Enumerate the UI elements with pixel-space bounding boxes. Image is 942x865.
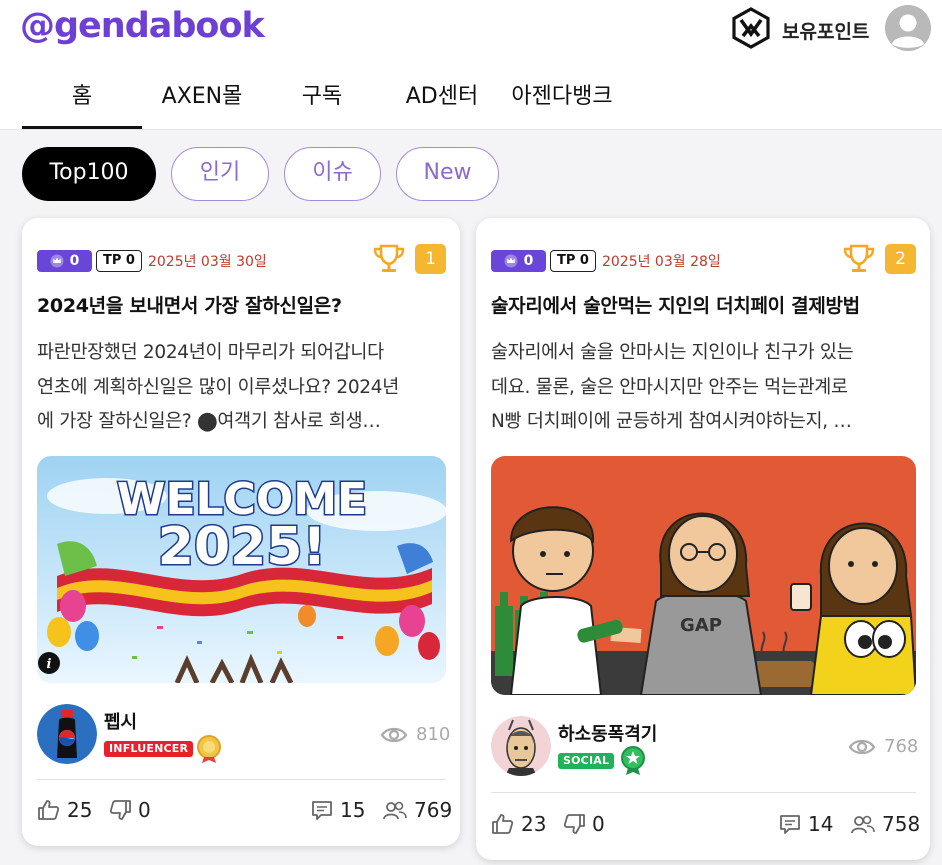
excerpt-line: 술자리에서 술을 안마시는 지인이나 친구가 있는 bbox=[491, 342, 854, 363]
like-count: 23 bbox=[521, 812, 547, 836]
view-count: 810 bbox=[380, 724, 450, 745]
trophy-icon bbox=[843, 244, 875, 272]
dislike-count: 0 bbox=[138, 798, 151, 822]
post-excerpt[interactable]: 술자리에서 술을 안마시는 지인이나 친구가 있는 데요. 물론, 술은 안마시… bbox=[491, 336, 853, 440]
rank-badge: 1 bbox=[415, 244, 446, 274]
post-thumbnail[interactable]: WELCOME 2025! i bbox=[37, 456, 446, 683]
medal-icon bbox=[197, 735, 221, 763]
page: @gendabook 보유포인트 홈 AXEN몰 구독 AD센터 아젠다뱅크 T… bbox=[0, 0, 942, 865]
author-avatar[interactable] bbox=[37, 704, 97, 764]
excerpt-line: 파란만장했던 2024년이 마무리가 되어갑니다 bbox=[37, 342, 384, 363]
agenda-badge: 0 bbox=[37, 249, 92, 272]
dislike-count: 0 bbox=[592, 812, 605, 836]
rank-badge: 2 bbox=[885, 244, 916, 274]
filter-top100[interactable]: Top100 bbox=[22, 147, 156, 201]
tab-axen-mall[interactable]: AXEN몰 bbox=[150, 68, 254, 128]
comment-icon bbox=[780, 815, 800, 834]
post-meta: 0 TP 0 2025년 03월 30일 bbox=[37, 249, 267, 272]
dislike-button[interactable]: 0 bbox=[108, 798, 151, 822]
svg-text:i: i bbox=[47, 657, 52, 672]
excerpt-line: 연초에 계획하신일은 많이 이루셨나요? 2024년 bbox=[37, 376, 399, 398]
post-title[interactable]: 술자리에서 술안먹는 지인의 더치페이 결제방법 bbox=[491, 291, 860, 318]
author-tag: SOCIAL bbox=[558, 753, 615, 769]
excerpt-line: 데요. 물론, 술은 안마시지만 안주는 먹는관계로 bbox=[491, 376, 848, 398]
comment-icon bbox=[312, 801, 332, 820]
thumbs-down-icon bbox=[109, 800, 131, 820]
author-name[interactable]: 펩시 bbox=[104, 708, 137, 734]
points-label[interactable]: 보유포인트 bbox=[782, 17, 869, 44]
crown-icon bbox=[50, 254, 64, 267]
excerpt-line: 에 가장 잘하신일은? ⬤여객기 참사로 희생… bbox=[37, 411, 381, 432]
tp-badge: TP 0 bbox=[550, 249, 596, 272]
users-icon bbox=[851, 815, 875, 834]
header: @gendabook 보유포인트 홈 AXEN몰 구독 AD센터 아젠다뱅크 bbox=[0, 0, 942, 130]
axen-point-icon[interactable] bbox=[730, 7, 772, 49]
tab-agenda-bank[interactable]: 아젠다뱅크 bbox=[502, 68, 622, 128]
like-button[interactable]: 25 bbox=[37, 798, 92, 822]
filter-new[interactable]: New bbox=[396, 147, 499, 201]
agenda-badge-count: 0 bbox=[523, 252, 534, 269]
post-card[interactable]: 0 TP 0 2025년 03월 28일 2 술자리에서 술안먹는 지인의 더치… bbox=[476, 218, 930, 860]
image-text-year: 2025! bbox=[158, 517, 326, 577]
eye-icon bbox=[848, 739, 876, 754]
user-avatar-icon[interactable] bbox=[885, 5, 931, 51]
participant-count: 758 bbox=[882, 812, 921, 836]
divider bbox=[37, 779, 446, 780]
image-text-shirt: GAP bbox=[680, 615, 722, 636]
view-count-value: 810 bbox=[416, 724, 451, 745]
view-count-value: 768 bbox=[884, 736, 919, 757]
agenda-badge: 0 bbox=[491, 249, 546, 272]
comment-button[interactable]: 14 bbox=[778, 812, 833, 836]
tab-subscribe[interactable]: 구독 bbox=[282, 68, 362, 128]
thumbs-up-icon bbox=[492, 814, 514, 834]
author-avatar[interactable] bbox=[491, 716, 551, 776]
tab-home[interactable]: 홈 bbox=[22, 68, 142, 129]
post-date: 2025년 03월 28일 bbox=[601, 253, 721, 270]
filter-issue[interactable]: 이슈 bbox=[284, 147, 381, 201]
comment-count: 14 bbox=[808, 812, 834, 836]
eye-icon bbox=[380, 727, 408, 742]
post-title[interactable]: 2024년을 보내면서 가장 잘하신일은? bbox=[37, 291, 342, 318]
users-icon bbox=[383, 801, 407, 820]
author-tag: INFLUENCER bbox=[104, 741, 194, 757]
tab-ad-center[interactable]: AD센터 bbox=[396, 68, 488, 128]
participants: 758 bbox=[850, 812, 920, 836]
post-excerpt[interactable]: 파란만장했던 2024년이 마무리가 되어갑니다 연초에 계획하신일은 많이 이… bbox=[37, 336, 399, 440]
post-card[interactable]: 0 TP 0 2025년 03월 30일 1 2024년을 보내면서 가장 잘하… bbox=[22, 218, 460, 846]
divider bbox=[491, 792, 916, 793]
medal-icon bbox=[621, 746, 645, 775]
dislike-button[interactable]: 0 bbox=[562, 812, 605, 836]
excerpt-line: N빵 더치페이에 균등하게 참여시켜야하는지, … bbox=[491, 411, 852, 432]
comment-button[interactable]: 15 bbox=[310, 798, 365, 822]
thumbs-down-icon bbox=[563, 814, 585, 834]
tp-badge: TP 0 bbox=[96, 249, 142, 272]
thumbs-up-icon bbox=[38, 800, 60, 820]
filter-popular[interactable]: 인기 bbox=[171, 147, 269, 201]
agenda-badge-count: 0 bbox=[69, 252, 80, 269]
author-name[interactable]: 하소동폭격기 bbox=[558, 720, 657, 746]
like-button[interactable]: 23 bbox=[491, 812, 546, 836]
main-tabs: 홈 AXEN몰 구독 AD센터 아젠다뱅크 bbox=[0, 68, 942, 130]
comment-count: 15 bbox=[340, 798, 366, 822]
logo[interactable]: @gendabook bbox=[20, 6, 265, 46]
trophy-icon bbox=[373, 244, 405, 272]
like-count: 25 bbox=[67, 798, 93, 822]
participant-count: 769 bbox=[414, 798, 453, 822]
post-meta: 0 TP 0 2025년 03월 28일 bbox=[491, 249, 721, 272]
post-thumbnail[interactable]: GAP bbox=[491, 456, 916, 695]
post-date: 2025년 03월 30일 bbox=[147, 253, 267, 270]
crown-icon bbox=[504, 254, 518, 267]
view-count: 768 bbox=[848, 736, 918, 757]
participants: 769 bbox=[382, 798, 452, 822]
